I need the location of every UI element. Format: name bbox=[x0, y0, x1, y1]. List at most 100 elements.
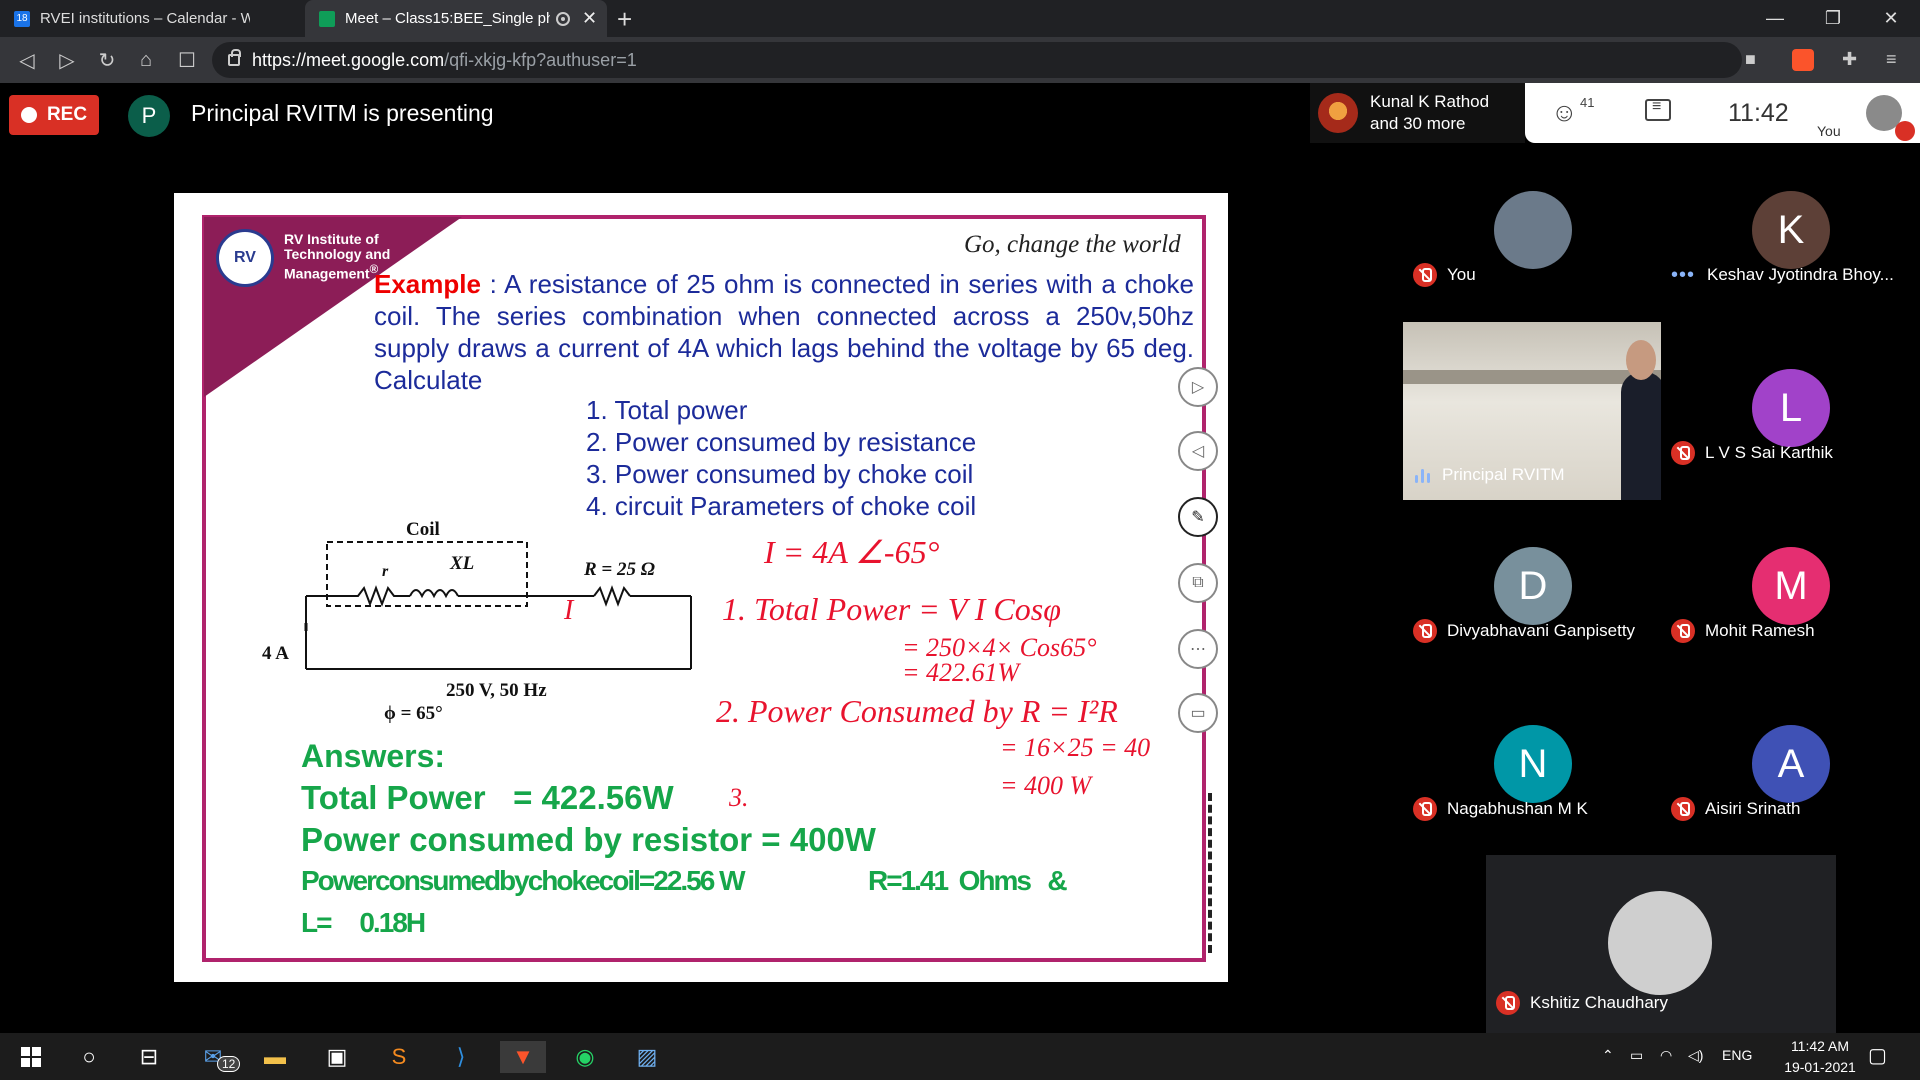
reload-icon[interactable]: ↻ bbox=[92, 45, 122, 75]
camera-icon[interactable]: ■ bbox=[1745, 49, 1756, 70]
avatar: A bbox=[1752, 725, 1830, 803]
resistor-label: R = 25 Ω bbox=[584, 559, 655, 580]
participant-tile[interactable]: D Divyabhavani Ganpisetty bbox=[1403, 533, 1661, 711]
participant-tile[interactable]: K ••• Keshav Jyotindra Bhoy... bbox=[1661, 177, 1919, 355]
avatar: M bbox=[1752, 547, 1830, 625]
presenting-text: Principal RVITM is presenting bbox=[191, 100, 494, 126]
wifi-icon[interactable]: ◠ bbox=[1660, 1047, 1672, 1064]
presenter-video bbox=[1621, 372, 1661, 500]
handwritten-step2-calc: = 16×25 = 40 bbox=[1000, 733, 1151, 762]
mic-off-icon bbox=[1413, 619, 1437, 643]
answers-heading: Answers: bbox=[301, 738, 446, 774]
start-button[interactable] bbox=[14, 1041, 48, 1073]
avatar bbox=[1318, 93, 1358, 133]
store-icon[interactable]: ▣ bbox=[320, 1041, 354, 1073]
search-icon[interactable]: ○ bbox=[72, 1041, 106, 1073]
answer-total-power: Total Power = 422.56W bbox=[301, 779, 674, 816]
participant-name: Principal RVITM bbox=[1442, 465, 1565, 484]
participant-name: Mohit Ramesh bbox=[1705, 621, 1815, 640]
self-label: You bbox=[1817, 123, 1841, 139]
tab-calendar[interactable]: 18 RVEI institutions – Calendar - Week o… bbox=[0, 0, 305, 37]
battery-icon[interactable]: ▭ bbox=[1630, 1047, 1643, 1064]
calendar-icon: 18 bbox=[14, 10, 30, 27]
chat-icon[interactable] bbox=[1645, 98, 1671, 121]
people-count: 41 bbox=[1580, 95, 1595, 110]
mail-badge: 12 bbox=[217, 1056, 241, 1072]
taskbar-date: 19-01-2021 bbox=[1784, 1059, 1856, 1075]
tab-meet[interactable]: Meet – Class15:BEE_Single ph ✕ bbox=[305, 0, 607, 37]
answer-choke-power: Powerconsumedbychokecoil=22.56 W bbox=[301, 865, 746, 896]
home-icon[interactable]: ⌂ bbox=[131, 45, 161, 75]
taskbar-time: 11:42 AM bbox=[1790, 1038, 1850, 1054]
more-icon[interactable]: ••• bbox=[1671, 264, 1695, 287]
current-label: 4 A bbox=[262, 643, 289, 664]
tab-title: Meet – Class15:BEE_Single ph bbox=[345, 10, 550, 27]
forward-icon[interactable]: ▷ bbox=[52, 45, 82, 75]
pinned-more: and 30 more bbox=[1370, 114, 1466, 133]
participant-tile[interactable]: M Mohit Ramesh bbox=[1661, 533, 1919, 711]
handwritten-current: I = 4A ∠-65° bbox=[764, 534, 940, 570]
vscode-icon[interactable]: ⟩ bbox=[444, 1041, 478, 1073]
brave-shield-icon[interactable] bbox=[1792, 49, 1814, 71]
mic-off-icon bbox=[1413, 263, 1437, 287]
meeting-clock: 11:42 bbox=[1728, 99, 1789, 127]
r-label: r bbox=[382, 563, 389, 580]
url-bar[interactable]: https://meet.google.com/qfi-xkjg-kfp?aut… bbox=[212, 42, 1742, 78]
mic-off-icon bbox=[1895, 121, 1915, 141]
participant-name: Nagabhushan M K bbox=[1447, 799, 1588, 818]
whatsapp-icon[interactable]: ◉ bbox=[568, 1041, 602, 1073]
back-icon[interactable]: ◁ bbox=[12, 45, 42, 75]
mic-off-icon bbox=[1671, 797, 1695, 821]
notifications-icon[interactable]: ▢ bbox=[1868, 1043, 1887, 1068]
more-options-icon[interactable]: ⋯ bbox=[1178, 629, 1218, 669]
windows-icon bbox=[21, 1047, 41, 1067]
file-explorer-icon[interactable]: ▬ bbox=[258, 1041, 292, 1073]
phase-label: ϕ = 65° bbox=[384, 703, 443, 724]
new-tab-button[interactable]: + bbox=[617, 4, 632, 35]
recording-badge[interactable]: REC bbox=[9, 95, 99, 135]
pen-icon[interactable]: ✎ bbox=[1178, 497, 1218, 537]
avatar: D bbox=[1494, 547, 1572, 625]
sublime-icon[interactable]: S bbox=[382, 1041, 416, 1073]
handwritten-step2: 2. Power Consumed by R = I²R bbox=[716, 693, 1118, 729]
xl-label: XL bbox=[450, 553, 475, 574]
meeting-controls: ☺ 41 11:42 You bbox=[1525, 83, 1920, 143]
minimize-button[interactable]: — bbox=[1752, 0, 1798, 37]
participant-tile[interactable]: L L V S Sai Karthik bbox=[1661, 355, 1919, 533]
bookmark-icon[interactable]: ☐ bbox=[172, 45, 202, 75]
avatar: N bbox=[1494, 725, 1572, 803]
screen-icon[interactable]: ▭ bbox=[1178, 693, 1218, 733]
participant-tile[interactable]: Kshitiz Chaudhary bbox=[1486, 855, 1836, 1033]
people-icon[interactable]: ☺ bbox=[1551, 97, 1578, 128]
url-path: /qfi-xkjg-kfp?authuser=1 bbox=[444, 49, 637, 70]
meet-topbar: REC P Principal RVITM is presenting Kuna… bbox=[0, 83, 1920, 145]
handwritten-step1: 1. Total Power = V I Cosφ bbox=[722, 591, 1061, 627]
address-toolbar: ◁ ▷ ↻ ⌂ ☐ https://meet.google.com/qfi-xk… bbox=[0, 37, 1920, 83]
url-host: https://meet.google.com bbox=[252, 49, 445, 70]
browser-tabstrip: 18 RVEI institutions – Calendar - Week o… bbox=[0, 0, 1920, 37]
restore-button[interactable]: ❐ bbox=[1810, 0, 1856, 37]
volume-icon[interactable]: ◁) bbox=[1688, 1047, 1703, 1064]
gallery-icon[interactable]: ⧉ bbox=[1178, 563, 1218, 603]
mic-off-icon bbox=[1671, 619, 1695, 643]
language-indicator[interactable]: ENG bbox=[1722, 1047, 1752, 1063]
mic-off-icon bbox=[1671, 441, 1695, 465]
participant-name: L V S Sai Karthik bbox=[1705, 443, 1833, 462]
participant-video-tile[interactable]: Principal RVITM bbox=[1403, 322, 1661, 500]
taskbar-clock[interactable]: 11:42 AM 19-01-2021 bbox=[1770, 1036, 1870, 1078]
speaking-icon bbox=[1415, 467, 1430, 483]
next-slide-icon[interactable]: ▷ bbox=[1178, 367, 1218, 407]
close-window-button[interactable]: ✕ bbox=[1868, 0, 1914, 37]
previous-slide-icon[interactable]: ◁ bbox=[1178, 431, 1218, 471]
extensions-icon[interactable]: ✚ bbox=[1842, 49, 1857, 70]
pinned-participants[interactable]: Kunal K Rathod and 30 more bbox=[1310, 83, 1525, 143]
photos-icon[interactable]: ▨ bbox=[630, 1041, 664, 1073]
source-label: 250 V, 50 Hz bbox=[444, 680, 549, 702]
task-view-icon[interactable]: ⊟ bbox=[132, 1041, 166, 1073]
brave-icon[interactable]: ▼ bbox=[500, 1041, 546, 1073]
rec-label: REC bbox=[46, 104, 88, 125]
menu-icon[interactable]: ≡ bbox=[1886, 49, 1897, 70]
chevron-up-icon[interactable]: ⌃ bbox=[1602, 1047, 1614, 1064]
close-tab-icon[interactable]: ✕ bbox=[582, 8, 597, 29]
answer-resistance: R=1.41 Ohms & bbox=[868, 865, 1068, 896]
